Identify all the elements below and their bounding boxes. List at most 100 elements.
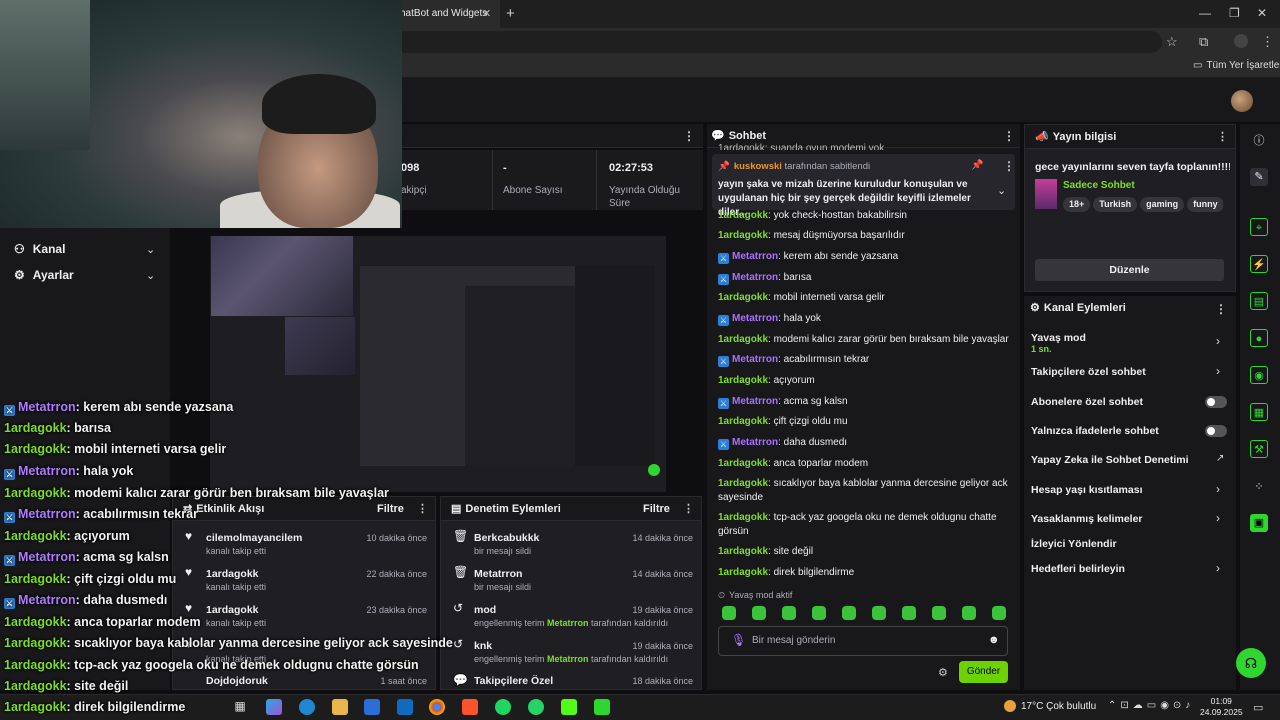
brave-icon[interactable]	[462, 699, 478, 715]
banned-words-label[interactable]: Yasaklanmış kelimeler	[1031, 513, 1143, 525]
heart-icon: ♥	[185, 565, 193, 579]
slow-mode-value: 1 sn.	[1031, 344, 1052, 354]
system-tray-icons[interactable]: ⌃⊡☁▭◉⊙♪	[1108, 700, 1194, 711]
overlay-message: 1ardagokk: sıcaklıyor baya kablolar yanm…	[4, 636, 453, 650]
channel-actions-header: ⚙ Kanal Eylemleri	[1030, 302, 1126, 314]
emote-icon[interactable]	[872, 606, 886, 620]
emote-icon[interactable]	[902, 606, 916, 620]
minimize-icon[interactable]: —	[1199, 6, 1211, 20]
nav-channel[interactable]: ⚇ Kanal	[14, 242, 65, 256]
nav-settings[interactable]: ⚙ Ayarlar	[14, 268, 74, 282]
emote-icon[interactable]	[962, 606, 976, 620]
outlook-icon[interactable]	[397, 699, 413, 715]
emote-icon[interactable]	[992, 606, 1006, 620]
chevron-right-icon[interactable]: ›	[1216, 364, 1220, 378]
spotify-icon[interactable]	[495, 699, 511, 715]
avatar[interactable]	[1231, 90, 1253, 112]
subscribers-only-toggle[interactable]	[1205, 396, 1227, 408]
whatsapp-icon[interactable]	[528, 699, 544, 715]
redirect-viewers-label[interactable]: İzleyici Yönlendir	[1031, 538, 1117, 550]
explorer-icon[interactable]	[332, 699, 348, 715]
emote-icon[interactable]	[842, 606, 856, 620]
kick-icon[interactable]	[561, 699, 577, 715]
pin-icon[interactable]: 📌	[971, 160, 983, 171]
info-icon[interactable]: ⓘ	[1250, 132, 1268, 150]
send-button[interactable]: Gönder	[959, 661, 1008, 683]
layout-icon[interactable]: ▦	[1250, 403, 1268, 421]
chevron-right-icon[interactable]: ›	[1216, 561, 1220, 575]
copilot-icon[interactable]	[266, 699, 282, 715]
microphone-icon[interactable]: 🎙	[731, 633, 746, 647]
broadcast-icon[interactable]: ◉	[1250, 366, 1268, 384]
close-window-icon[interactable]: ✕	[1257, 6, 1267, 20]
all-bookmarks[interactable]: ▭ Tüm Yer İşaretleri	[1193, 60, 1280, 71]
store-icon[interactable]	[364, 699, 380, 715]
chevron-right-icon[interactable]: ›	[1216, 511, 1220, 525]
more-icon[interactable]: ⋮	[417, 497, 428, 521]
set-goals-label[interactable]: Hedefleri belirleyin	[1031, 563, 1125, 575]
profile-icon[interactable]	[1234, 34, 1248, 48]
weather-text[interactable]: 17°C Çok bulutlu	[1021, 701, 1096, 712]
task-view-icon[interactable]: ▦	[232, 699, 248, 715]
emote-icon[interactable]	[782, 606, 796, 620]
emote-icon[interactable]	[752, 606, 766, 620]
chat-message: 1ardagokk: çift çizgi oldu mu	[718, 416, 848, 427]
tag[interactable]: Turkish	[1093, 197, 1138, 212]
taskbar-clock[interactable]: 01:09 24.09.2025	[1200, 696, 1243, 718]
chevron-down-icon[interactable]: ⌄	[997, 184, 1006, 197]
emoji-icon[interactable]: ☻	[988, 634, 1000, 646]
focus-icon[interactable]: ⌖	[1250, 218, 1268, 236]
ai-moderation-label[interactable]: Yapay Zeka ile Sohbet Denetimi	[1031, 454, 1189, 466]
chrome-icon[interactable]	[429, 699, 445, 715]
chevron-right-icon[interactable]: ›	[1216, 482, 1220, 496]
more-icon[interactable]: ⋮	[1215, 302, 1227, 316]
followers-only-label[interactable]: Takipçilere özel sohbet	[1031, 366, 1146, 378]
more-icon[interactable]: ⋮	[683, 129, 695, 143]
star-icon[interactable]: ☆	[1166, 34, 1178, 50]
tag[interactable]: 18+	[1063, 197, 1091, 212]
external-link-icon[interactable]: ↗	[1216, 453, 1224, 464]
folder-icon: ▭	[1193, 60, 1203, 71]
chevron-right-icon[interactable]: ›	[1216, 334, 1220, 348]
account-age-label[interactable]: Hesap yaşı kısıtlaması	[1031, 484, 1143, 496]
category-name[interactable]: Sadece Sohbet	[1063, 180, 1135, 191]
emote-icon[interactable]	[722, 606, 736, 620]
chat-bubble-icon[interactable]: ●	[1250, 329, 1268, 347]
support-icon[interactable]: ☊	[1236, 648, 1266, 678]
clipboard-icon[interactable]: ▤	[1250, 292, 1268, 310]
pencil-icon[interactable]: ✎	[1250, 168, 1268, 186]
new-tab-icon[interactable]: +	[506, 5, 515, 22]
emote-only-toggle[interactable]	[1205, 425, 1227, 437]
game-icon[interactable]: ▣	[1250, 514, 1268, 532]
moderator-badge-icon: ⚔	[4, 405, 15, 416]
tag[interactable]: funny	[1187, 197, 1223, 212]
mod-filter-button[interactable]: Filtre	[643, 497, 670, 521]
feed-filter-button[interactable]: Filtre	[377, 497, 404, 521]
tag[interactable]: gaming	[1140, 197, 1185, 212]
stat-followers: 098 akipçi	[393, 150, 493, 210]
tag-list: 18+ Turkish gaming funny	[1063, 196, 1223, 212]
slow-mode-label[interactable]: Yavaş mod	[1031, 332, 1086, 344]
wrench-icon[interactable]: ⚒	[1250, 440, 1268, 458]
moderator-badge-icon: ⚔	[4, 555, 15, 566]
more-icon[interactable]: ⋮	[683, 497, 694, 521]
close-tab-icon[interactable]: ✕	[482, 7, 491, 20]
chevron-down-icon[interactable]: ⌄	[146, 269, 155, 282]
chevron-down-icon[interactable]: ⌄	[146, 243, 155, 256]
emote-icon[interactable]	[932, 606, 946, 620]
menu-icon[interactable]: ⋮	[1261, 34, 1274, 50]
more-icon[interactable]: ⋮	[1217, 125, 1228, 149]
address-bar[interactable]	[392, 31, 1162, 53]
notification-icon[interactable]: ▭	[1253, 701, 1263, 714]
emote-icon[interactable]	[812, 606, 826, 620]
edit-button[interactable]: Düzenle	[1035, 259, 1224, 281]
gear-icon[interactable]: ⚙	[938, 666, 948, 679]
app-icon[interactable]	[594, 699, 610, 715]
extensions-icon[interactable]: ⧉	[1199, 34, 1208, 50]
edge-icon[interactable]	[299, 699, 315, 715]
more-icon[interactable]: ⋮	[1003, 159, 1015, 173]
restore-icon[interactable]: ❐	[1229, 6, 1240, 20]
more-icon[interactable]: ⋮	[1003, 129, 1015, 143]
nodes-icon[interactable]: ⁘	[1250, 478, 1268, 496]
lightning-icon[interactable]: ⚡	[1250, 255, 1268, 273]
